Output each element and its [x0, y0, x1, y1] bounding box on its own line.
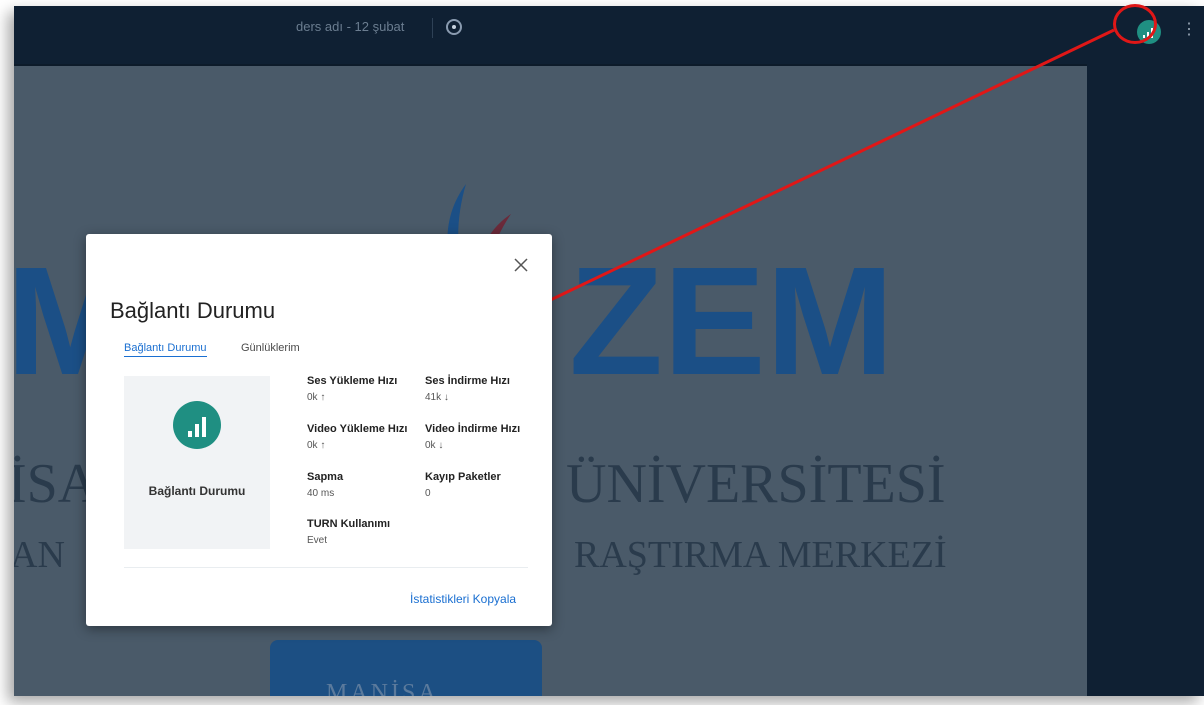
stat-video-upload-value: 0k ↑	[307, 440, 326, 451]
meeting-title: ders adı - 12 şubat	[296, 19, 405, 34]
divider	[432, 18, 433, 38]
university-right: ÜNİVERSİTESİ	[566, 453, 946, 515]
top-bar: ders adı - 12 şubat ⋮	[14, 6, 1204, 64]
stat-video-download-value: 0k ↓	[425, 440, 444, 451]
tab-connection-status[interactable]: Bağlantı Durumu	[124, 342, 207, 357]
side-panel	[1087, 64, 1204, 696]
stat-packet-loss-value: 0	[425, 488, 431, 499]
status-panel: Bağlantı Durumu	[124, 376, 270, 549]
stat-jitter-label: Sapma	[307, 471, 344, 483]
dialog-title: Bağlantı Durumu	[110, 298, 276, 323]
signal-bars-icon	[188, 413, 208, 437]
status-label: Bağlantı Durumu	[148, 484, 246, 498]
signal-bar-3	[202, 417, 206, 437]
record-icon[interactable]	[446, 19, 462, 35]
stat-turn-usage-label: TURN Kullanımı	[307, 518, 391, 530]
stat-video-download-label: Video İndirme Hızı	[425, 423, 521, 435]
more-vertical-icon[interactable]: ⋮	[1181, 22, 1197, 38]
highlight-ring	[1113, 4, 1157, 44]
stat-packet-loss-label: Kayıp Paketler	[425, 471, 501, 483]
stat-audio-download-value: 41k ↓	[425, 392, 449, 403]
stat-turn-usage-value: Evet	[307, 535, 328, 546]
logo-box: MANİSA	[270, 640, 542, 696]
connection-status-dialog: Bağlantı Durumu Bağlantı Durumu Günlükle…	[86, 234, 552, 626]
center-left: AN	[14, 534, 65, 576]
divider	[124, 567, 528, 568]
logo-text: MANİSA	[326, 680, 439, 696]
signal-bar-1	[188, 431, 192, 437]
tab-my-logs[interactable]: Günlüklerim	[241, 342, 300, 354]
record-dot	[452, 25, 456, 29]
close-icon[interactable]	[512, 256, 530, 274]
stat-video-upload-label: Video Yükleme Hızı	[307, 423, 408, 435]
copy-stats-link[interactable]: İstatistikleri Kopyala	[410, 592, 516, 606]
signal-circle	[173, 401, 221, 449]
signal-bar-2	[195, 424, 199, 437]
stat-jitter-value: 40 ms	[307, 488, 335, 499]
center-right: RAŞTIRMA MERKEZİ	[574, 534, 947, 576]
stat-audio-download-label: Ses İndirme Hızı	[425, 375, 510, 387]
stat-audio-upload-value: 0k ↑	[307, 392, 326, 403]
watermark-right: ZEM	[569, 235, 895, 407]
stat-audio-upload-label: Ses Yükleme Hızı	[307, 375, 398, 387]
